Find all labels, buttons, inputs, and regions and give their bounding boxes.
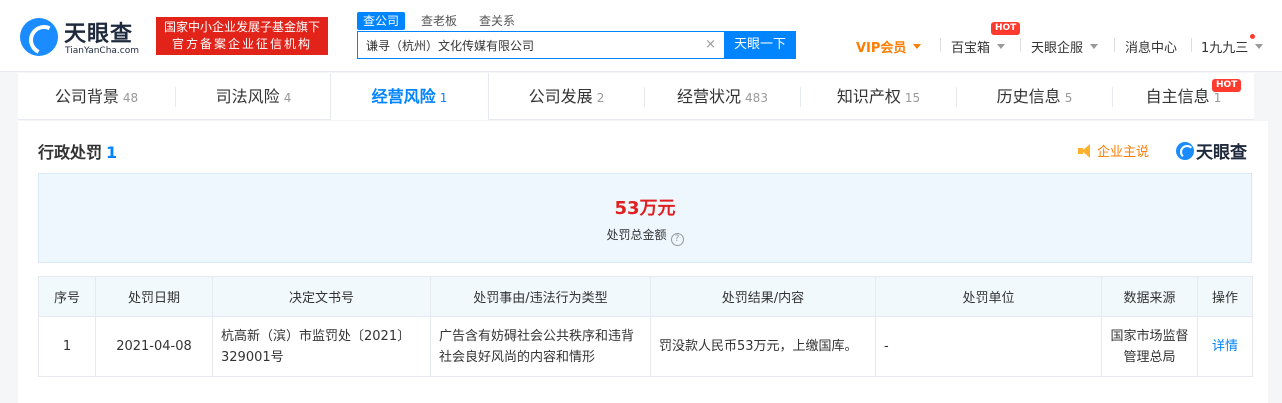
tab-label: 历史信息 [996,87,1061,106]
search-type-tabs: 查公司 查老板 查关系 [357,12,521,30]
enterprise-speak-label: 企业主说 [1097,145,1150,160]
gov-badge-line1: 国家中小企业发展子基金旗下 [163,20,320,34]
chevron-down-icon [997,43,1006,49]
col-header-doc-no: 决定文书号 [212,276,431,317]
search-box: × [357,31,724,59]
section-count: 1 [106,143,118,162]
cell-unit: - [875,316,1102,377]
vip-label: VIP会员 [856,40,907,56]
col-header-date: 处罚日期 [95,276,213,317]
penalty-summary: 53万元 处罚总金额? [38,173,1252,263]
chevron-down-icon [1255,43,1264,49]
col-header-source: 数据来源 [1101,276,1198,317]
cell-date: 2021-04-08 [95,316,213,377]
col-header-unit: 处罚单位 [875,276,1102,317]
tab-label: 公司发展 [528,87,593,106]
tab-company-background[interactable]: 公司背景 48 [18,73,175,120]
enterprise-service-menu[interactable]: 天眼企服 [1031,36,1099,56]
hot-badge: HOT [991,22,1021,35]
cell-action: 详情 [1197,316,1253,377]
detail-link[interactable]: 详情 [1212,339,1238,354]
tab-count: 483 [745,91,768,105]
section-title-text: 行政处罚 [38,143,103,162]
cell-reason: 广告含有妨碍社会公共秩序和违背社会良好风尚的内容和情形 [430,316,651,377]
cell-result: 罚没款人民币53万元，上缴国库。 [650,316,876,377]
speaker-icon [1078,143,1093,158]
tianyancha-logo-icon [20,18,58,56]
nav-divider [940,38,941,52]
clear-icon[interactable]: × [705,37,716,52]
help-icon[interactable]: ? [670,233,684,246]
tab-label: 司法风险 [215,87,280,106]
top-header: 天眼查 TianYanCha.com 国家中小企业发展子基金旗下 官方备案企业征… [0,0,1282,72]
message-center-label: 消息中心 [1125,40,1178,56]
logo-domain: TianYanCha.com [65,46,140,56]
cell-doc-no: 杭高新（滨）市监罚处〔2021〕329001号 [212,316,431,377]
tab-label: 知识产权 [836,87,901,106]
enterprise-speak-link[interactable]: 企业主说 [1078,141,1149,160]
penalty-total-amount: 53万元 [614,198,676,219]
nav-divider [1191,38,1192,52]
tab-business-status[interactable]: 经营状况 483 [645,73,800,120]
tab-business-risk[interactable]: 经营风险 1 [330,73,489,120]
tab-count: 2 [596,91,605,105]
col-header-index: 序号 [38,276,96,317]
search-button[interactable]: 天眼一下 [724,31,796,59]
site-logo[interactable]: 天眼查 TianYanCha.com [20,14,150,60]
mini-logo-text: 天眼查 [1196,143,1247,163]
gov-badge: 国家中小企业发展子基金旗下 官方备案企业征信机构 [156,17,328,55]
nav-divider [1020,38,1021,52]
logo-text: 天眼查 [64,22,134,47]
admin-penalty-section: 行政处罚 1 企业主说 天眼查 53万元 处罚总金额? 序号 处罚日期 决定文书号… [18,121,1268,403]
cell-index: 1 [38,316,96,377]
penalty-total-label-text: 处罚总金额 [606,228,667,242]
search-input[interactable] [358,32,688,58]
search-tab-boss[interactable]: 查老板 [415,12,463,30]
tab-history-info[interactable]: 历史信息 5 [957,73,1112,120]
penalty-total-label: 处罚总金额? [39,226,1251,246]
tab-label: 自主信息 [1145,87,1210,106]
tab-count: 1 [1213,91,1222,105]
tab-count: 4 [283,91,292,105]
notification-dot [1250,34,1255,39]
vip-menu[interactable]: VIP会员 [856,36,922,56]
treasure-menu[interactable]: 百宝箱 [951,36,1006,56]
gov-badge-line2: 官方备案企业征信机构 [171,37,312,51]
chevron-down-icon [1090,43,1099,49]
tab-intellectual-property[interactable]: 知识产权 15 [801,73,956,120]
hot-badge: HOT [1212,79,1242,92]
user-name: 1九九三 [1201,40,1249,56]
tab-count: 48 [122,91,139,105]
col-header-action: 操作 [1197,276,1253,317]
tab-count: 15 [904,91,921,105]
cell-source: 国家市场监督管理总局 [1101,316,1198,377]
tab-label: 经营风险 [371,87,436,106]
tab-judicial-risk[interactable]: 司法风险 4 [176,73,331,120]
treasure-label: 百宝箱 [951,40,991,56]
nav-divider [1114,38,1115,52]
message-center-link[interactable]: 消息中心 [1125,36,1177,56]
search-tab-relation[interactable]: 查关系 [473,12,521,30]
table-row: 1 2021-04-08 杭高新（滨）市监罚处〔2021〕329001号 广告含… [38,316,1253,377]
tab-label: 经营状况 [677,87,742,106]
tianyancha-watermark: 天眼查 [1176,138,1247,163]
tianyancha-logo-icon [1176,141,1194,160]
section-title: 行政处罚 1 [38,139,117,163]
search-tab-company[interactable]: 查公司 [357,12,406,30]
enterprise-service-label: 天眼企服 [1031,40,1084,56]
category-tabs: 公司背景 48 司法风险 4 经营风险 1 公司发展 2 经营状况 483 知识产权 15 … [18,73,1254,120]
col-header-result: 处罚结果/内容 [650,276,876,317]
tab-company-development[interactable]: 公司发展 2 [489,73,644,120]
table-header-row: 序号 处罚日期 决定文书号 处罚事由/违法行为类型 处罚结果/内容 处罚单位 数… [38,276,1253,317]
tab-label: 公司背景 [54,87,119,106]
penalty-table: 序号 处罚日期 决定文书号 处罚事由/违法行为类型 处罚结果/内容 处罚单位 数… [38,276,1253,377]
user-menu[interactable]: 1九九三 [1201,36,1264,56]
tab-count: 5 [1064,91,1073,105]
col-header-reason: 处罚事由/违法行为类型 [430,276,651,317]
chevron-down-icon [913,43,922,49]
tab-count: 1 [439,91,448,105]
